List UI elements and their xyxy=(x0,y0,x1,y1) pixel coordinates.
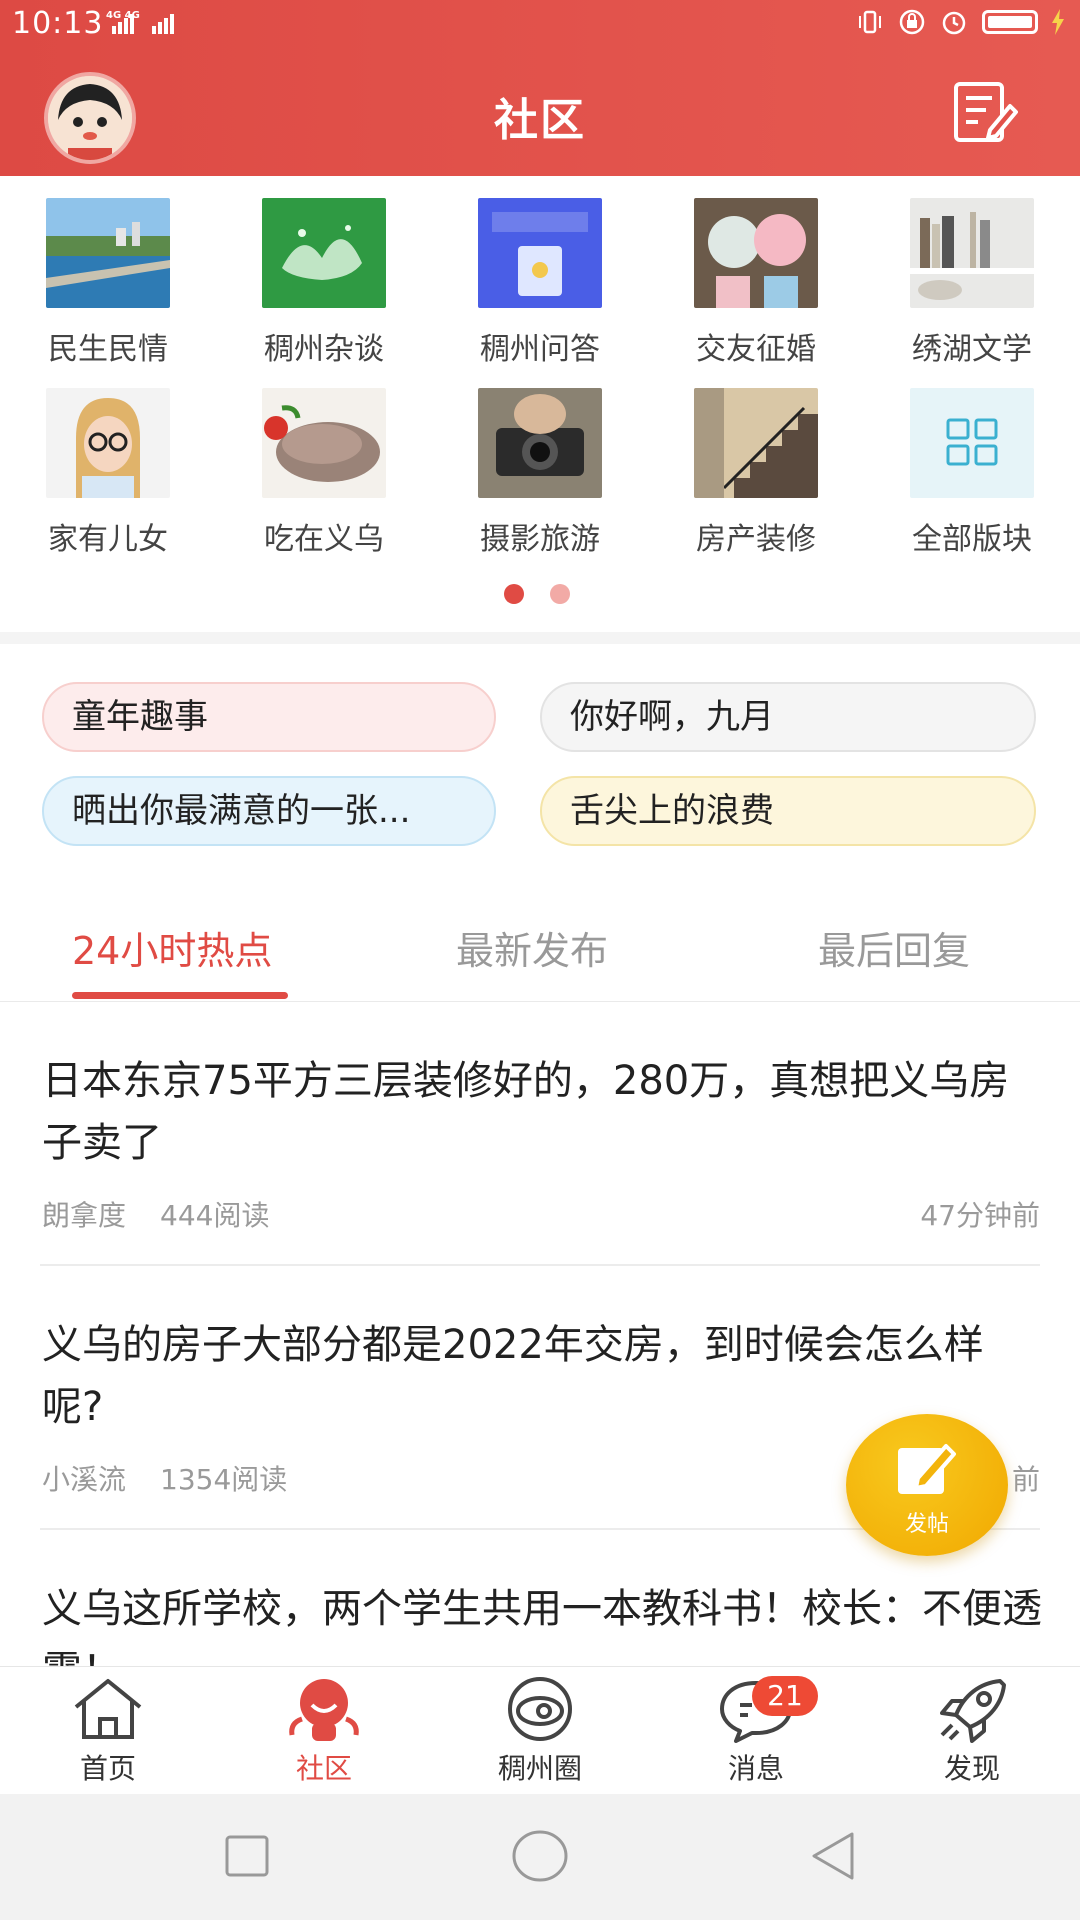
post-meta: 朗拿度 444阅读 xyxy=(42,1194,303,1234)
category-fangchan-zhuangxiu[interactable]: 房产装修 xyxy=(666,388,846,564)
tab-last-reply[interactable]: 最后回复 xyxy=(818,920,970,975)
nav-label: 社区 xyxy=(295,1752,352,1785)
category-label: 民生民情 xyxy=(48,332,168,367)
nav-community[interactable]: 社区 xyxy=(216,1667,432,1795)
post-time: 47分钟前 xyxy=(920,1199,1040,1232)
tab-active-indicator xyxy=(72,992,288,999)
post-meta: 小溪流 1354阅读 xyxy=(42,1458,321,1498)
post-author[interactable]: 朗拿度 xyxy=(42,1199,126,1232)
tab-24h-hot[interactable]: 24小时热点 xyxy=(72,920,272,975)
post-time: 前 xyxy=(1011,1463,1040,1496)
balloons-couple-photo xyxy=(694,198,818,308)
staircase-photo xyxy=(694,388,818,498)
topic-pill[interactable]: 舌尖上的浪费 xyxy=(540,776,1036,846)
category-label: 全部版块 xyxy=(912,522,1032,557)
carousel-dot[interactable] xyxy=(550,584,570,604)
category-label: 稠州问答 xyxy=(480,332,600,367)
post-separator xyxy=(40,1264,1040,1266)
planet-icon xyxy=(508,1677,572,1741)
category-label: 房产装修 xyxy=(696,522,816,557)
compose-icon[interactable] xyxy=(950,78,1018,146)
river-city-photo xyxy=(46,198,170,308)
category-chouzhou-wenda[interactable]: 稠州问答 xyxy=(450,198,630,374)
lock-rotation-icon xyxy=(899,9,925,35)
category-sheying-lvyou[interactable]: 摄影旅游 xyxy=(450,388,630,564)
status-bar: 10:13 4G 4G xyxy=(0,0,1080,50)
post-reads: 1354阅读 xyxy=(160,1463,288,1496)
category-xiuhu-wenxue[interactable]: 绣湖文学 xyxy=(882,198,1062,374)
post-reads: 444阅读 xyxy=(160,1199,270,1232)
new-post-label: 发帖 xyxy=(904,1512,949,1537)
topic-label: 你好啊，九月 xyxy=(570,697,774,737)
post-title[interactable]: 义乌的房子大部分都是2022年交房，到时候会怎么样呢? xyxy=(42,1314,1042,1438)
carousel-indicator xyxy=(504,584,570,604)
battery-icon xyxy=(982,10,1038,34)
topic-pill[interactable]: 晒出你最满意的一张... xyxy=(42,776,496,846)
vibrate-icon xyxy=(859,10,881,34)
nav-label: 首页 xyxy=(79,1752,136,1785)
recent-apps-icon[interactable] xyxy=(224,1834,270,1878)
new-post-button[interactable]: 发帖 xyxy=(846,1414,1008,1556)
grid-icon xyxy=(910,388,1034,498)
page-title: 社区 xyxy=(494,95,586,146)
category-label: 绣湖文学 xyxy=(912,332,1032,367)
alarm-icon xyxy=(942,11,966,35)
topic-pill[interactable]: 你好啊，九月 xyxy=(540,682,1036,752)
category-jiaoyou[interactable]: 交友征婚 xyxy=(666,198,846,374)
nav-label: 发现 xyxy=(943,1752,1000,1785)
post-title[interactable]: 日本东京75平方三层装修好的，280万，真想把义乌房子卖了 xyxy=(42,1050,1042,1174)
camera-photo xyxy=(478,388,602,498)
qa-illustration xyxy=(478,198,602,308)
topic-pill[interactable]: 童年趣事 xyxy=(42,682,496,752)
category-label: 摄影旅游 xyxy=(480,522,600,557)
category-label: 吃在义乌 xyxy=(264,522,384,557)
rocket-icon xyxy=(940,1679,1006,1743)
home-circle-icon[interactable] xyxy=(510,1828,570,1884)
sliced-meat-photo xyxy=(262,388,386,498)
system-nav-bar xyxy=(0,1794,1080,1920)
category-jiayou-ernv[interactable]: 家有儿女 xyxy=(18,388,198,564)
topic-label: 童年趣事 xyxy=(72,697,208,737)
network-label: 4G 4G xyxy=(106,10,140,21)
water-splash-photo xyxy=(262,198,386,308)
status-time: 10:13 xyxy=(12,6,104,41)
home-icon xyxy=(74,1679,142,1739)
category-label: 家有儿女 xyxy=(48,522,168,557)
girl-glasses-photo xyxy=(46,388,170,498)
nav-chouzhou-circle[interactable]: 稠州圈 xyxy=(432,1667,648,1795)
section-divider xyxy=(0,632,1080,644)
nav-label: 稠州圈 xyxy=(497,1752,582,1785)
bookshelf-photo xyxy=(910,198,1034,308)
nav-label: 消息 xyxy=(727,1752,784,1785)
signal-icon: 4G 4G xyxy=(106,10,174,34)
status-icons xyxy=(856,8,1064,36)
category-chizai-yiwu[interactable]: 吃在义乌 xyxy=(234,388,414,564)
topic-label: 舌尖上的浪费 xyxy=(570,791,774,831)
category-chouzhou-zatan[interactable]: 稠州杂谈 xyxy=(234,198,414,374)
tabs-divider xyxy=(0,1001,1080,1002)
bottom-nav: 首页 社区 稠州圈 消息 发现 xyxy=(0,1666,1080,1795)
nav-discover[interactable]: 发现 xyxy=(864,1667,1080,1795)
unread-badge: 21 xyxy=(752,1676,818,1716)
tab-latest[interactable]: 最新发布 xyxy=(456,920,608,975)
category-label: 稠州杂谈 xyxy=(264,332,384,367)
edit-icon xyxy=(898,1444,956,1494)
nav-home[interactable]: 首页 xyxy=(0,1667,216,1795)
carousel-dot-active[interactable] xyxy=(504,584,524,604)
community-mascot-icon xyxy=(289,1679,359,1741)
topic-label: 晒出你最满意的一张... xyxy=(72,791,411,831)
network-indicator: 4G 4G xyxy=(106,8,196,42)
back-icon[interactable] xyxy=(808,1830,858,1882)
charging-icon xyxy=(1052,9,1064,35)
post-title[interactable]: 义乌这所学校，两个学生共用一本教科书！校长：不便透露！ xyxy=(42,1578,1042,1666)
post-author[interactable]: 小溪流 xyxy=(42,1463,126,1496)
category-all-sections[interactable]: 全部版块 xyxy=(882,388,1062,564)
category-label: 交友征婚 xyxy=(696,332,816,367)
category-minsheng[interactable]: 民生民情 xyxy=(18,198,198,374)
